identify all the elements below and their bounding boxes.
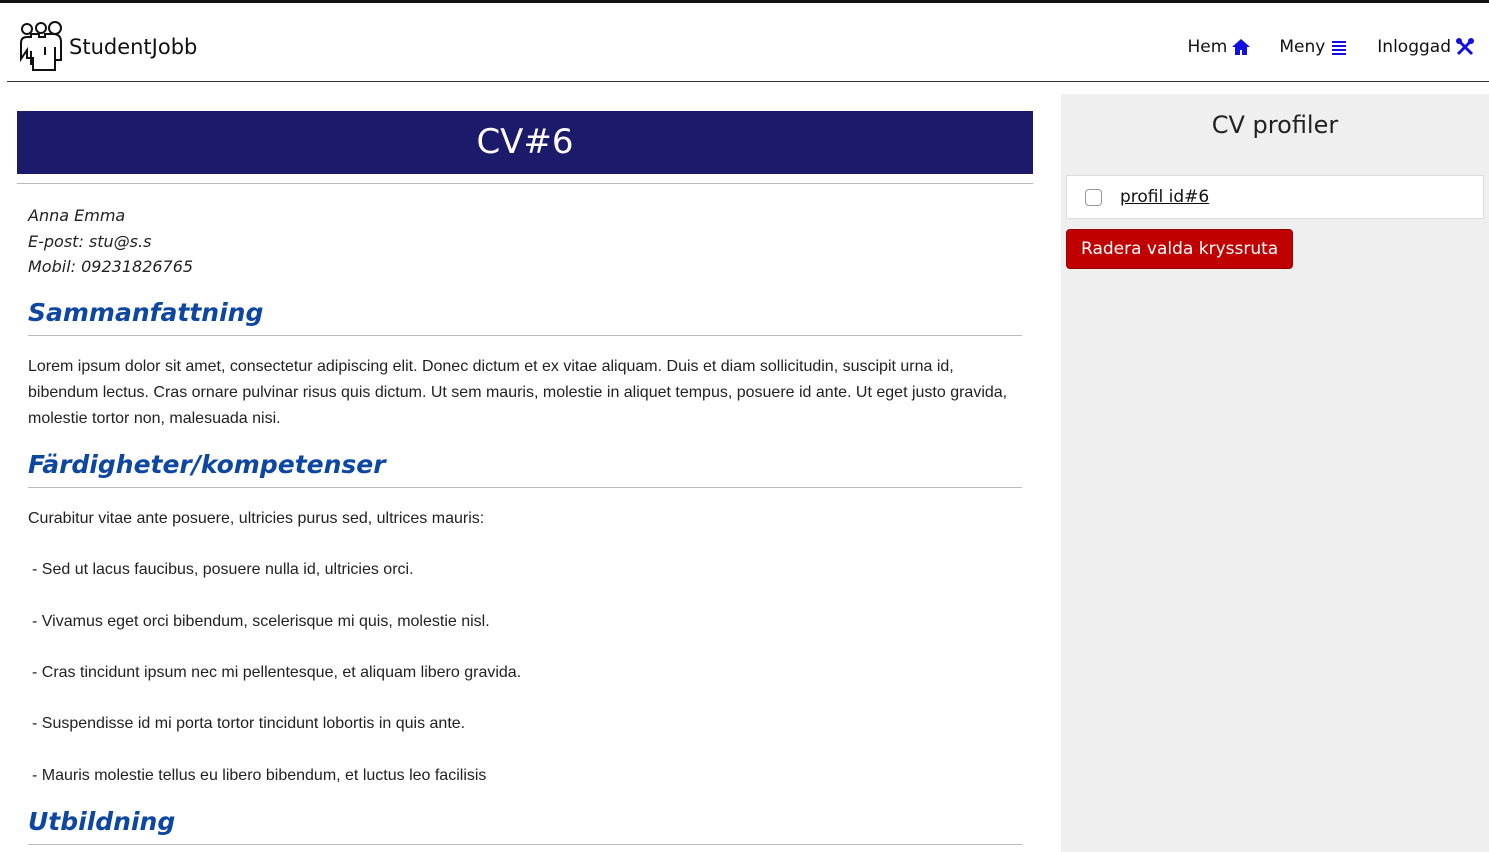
summary-text: Lorem ipsum dolor sit amet, consectetur … xyxy=(28,357,1008,427)
contact-email: E-post: stu@s.s xyxy=(28,231,152,251)
nav-hem[interactable]: Hem xyxy=(1188,37,1252,57)
skills-list-item: - Cras tincidunt ipsum nec mi pellentesq… xyxy=(32,663,522,681)
tools-icon xyxy=(1456,38,1474,56)
brand-logo-link[interactable]: StudentJobb xyxy=(19,21,197,75)
contact-mobile: Mobil: 09231826765 xyxy=(28,257,194,277)
cv-content: CV#6 Anna Emma E-post: stu@s.s Mobil: 09… xyxy=(17,111,1033,852)
nav-meny[interactable]: Meny xyxy=(1279,37,1349,57)
cv-profiles-sidebar: CV profiler profil id#6 Radera valda kry… xyxy=(1061,94,1489,852)
profile-link[interactable]: profil id#6 xyxy=(1120,187,1209,207)
nav-meny-label: Meny xyxy=(1279,37,1326,57)
list-icon xyxy=(1332,41,1347,55)
brand-name: StudentJobb xyxy=(69,35,198,59)
education-section: Utbildning xyxy=(17,807,1033,845)
skills-heading: Färdigheter/kompetenser xyxy=(28,450,1022,488)
summary-section: Sammanfattning Lorem ipsum dolor sit ame… xyxy=(17,298,1033,432)
nav-hem-label: Hem xyxy=(1187,37,1228,57)
skills-list: - Sed ut lacus faucibus, posuere nulla i… xyxy=(28,557,1022,789)
home-icon xyxy=(1232,39,1251,55)
site-header: StudentJobb Hem Meny Inloggad xyxy=(7,3,1489,82)
contact-info: Anna Emma E-post: stu@s.s Mobil: 0923182… xyxy=(17,184,1033,280)
profile-checkbox[interactable] xyxy=(1085,188,1102,206)
skills-section: Färdigheter/kompetenser Curabitur vitae … xyxy=(17,450,1033,789)
nav-inloggad[interactable]: Inloggad xyxy=(1377,37,1475,57)
skills-intro: Curabitur vitae ante posuere, ultricies … xyxy=(28,509,485,527)
sidebar-title: CV profiler xyxy=(1211,111,1339,139)
skills-list-item: - Vivamus eget orci bibendum, scelerisqu… xyxy=(32,612,490,630)
education-heading: Utbildning xyxy=(28,807,1022,845)
users-logo-icon xyxy=(20,21,62,71)
skills-list-item: - Suspendisse id mi porta tortor tincidu… xyxy=(32,715,466,733)
skills-list-item: - Mauris molestie tellus eu libero biben… xyxy=(32,766,487,784)
cv-title: CV#6 xyxy=(17,111,1033,174)
delete-selected-button[interactable]: Radera valda kryssruta xyxy=(1066,229,1294,269)
summary-heading: Sammanfattning xyxy=(28,298,1022,336)
main-nav: Hem Meny Inloggad xyxy=(1188,37,1475,57)
skills-list-item: - Sed ut lacus faucibus, posuere nulla i… xyxy=(32,561,414,579)
contact-name: Anna Emma xyxy=(28,206,126,225)
nav-inloggad-label: Inloggad xyxy=(1377,37,1451,57)
profile-row: profil id#6 xyxy=(1066,175,1484,219)
